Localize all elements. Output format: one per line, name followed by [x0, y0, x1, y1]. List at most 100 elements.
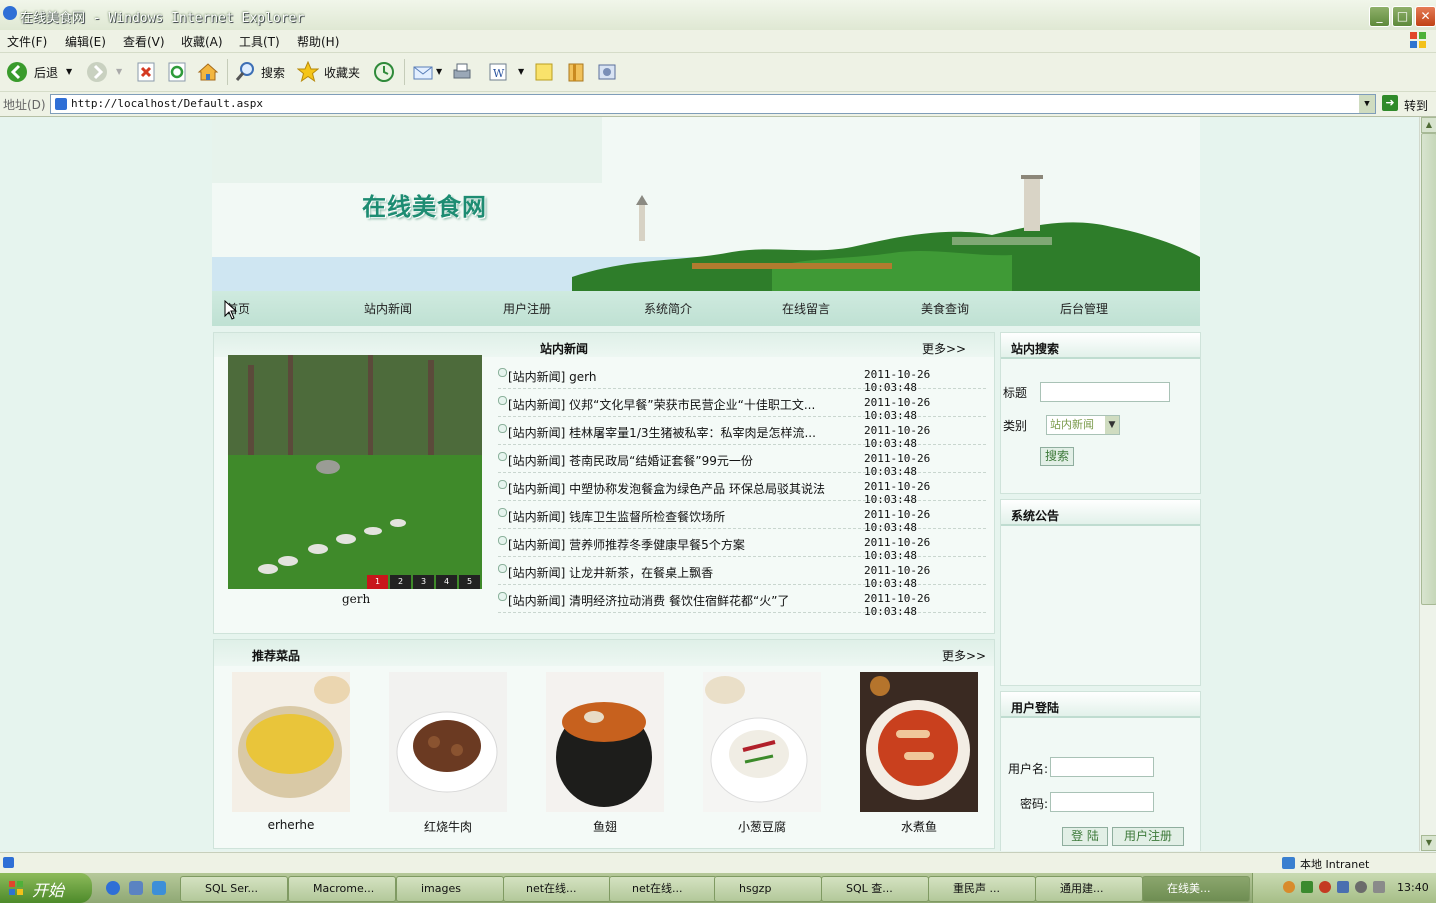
news-slideshow[interactable]: 1 2 3 4 5	[228, 355, 482, 589]
address-url[interactable]: http://localhost/Default.aspx	[71, 97, 263, 110]
minimize-button[interactable]: _	[1369, 6, 1390, 27]
taskbar-item-label[interactable]: 重民声 ...	[953, 882, 1000, 895]
news-row[interactable]: [站内新闻] 清明经济拉动消费 餐饮住宿鲜花都“火”了 2011-10-26 1…	[498, 585, 986, 618]
qq-tray-icon[interactable]	[1319, 881, 1331, 893]
dish-name[interactable]: 红烧牛肉	[389, 818, 507, 835]
taskbar-item[interactable]: images	[396, 876, 504, 902]
dish-name[interactable]: 鱼翅	[546, 818, 664, 835]
forward-dropdown-icon[interactable]: ▼	[116, 67, 122, 76]
taskbar-item-label[interactable]: images	[421, 882, 461, 895]
back-icon[interactable]	[6, 61, 28, 83]
start-button[interactable]: 开始	[0, 873, 92, 903]
dish-image[interactable]	[546, 672, 664, 812]
ie-quicklaunch-icon[interactable]	[106, 881, 120, 895]
username-input[interactable]	[1050, 757, 1154, 777]
scroll-thumb[interactable]	[1421, 133, 1436, 605]
register-button[interactable]: 用户注册	[1112, 827, 1184, 846]
go-button[interactable]: 转到	[1404, 97, 1428, 114]
edit-word-icon[interactable]: W	[487, 61, 509, 83]
category-select[interactable]: 站内新闻 ▼	[1046, 415, 1120, 435]
start-label[interactable]: 开始	[32, 877, 64, 901]
edit-dropdown-icon[interactable]: ▼	[518, 67, 524, 76]
dish-name[interactable]: 小葱豆腐	[703, 818, 821, 835]
news-row[interactable]: [站内新闻] 让龙井新茶，在餐桌上飘香 2011-10-26 10:03:48	[498, 557, 986, 590]
news-row[interactable]: [站内新闻] gerh 2011-10-26 10:03:48	[498, 361, 986, 394]
research-icon[interactable]	[565, 61, 587, 83]
news-title[interactable]: [站内新闻] 苍南民政局“结婚证套餐”99元一份	[508, 452, 848, 469]
volume-tray-icon[interactable]	[1355, 881, 1367, 893]
back-label[interactable]: 后退	[34, 64, 58, 81]
news-title[interactable]: [站内新闻] 桂林屠宰量1/3生猪被私宰：私宰肉是怎样流...	[508, 424, 848, 441]
search-label[interactable]: 搜索	[261, 64, 285, 81]
tray-icon[interactable]	[1283, 881, 1295, 893]
menu-file[interactable]: 文件(F)	[7, 33, 47, 50]
dish-image[interactable]	[232, 672, 350, 812]
nav-guestbook[interactable]: 在线留言	[782, 300, 830, 317]
slide-number-2[interactable]: 2	[390, 575, 411, 589]
go-arrow-icon[interactable]: ➜	[1382, 95, 1398, 111]
taskbar-item[interactable]: Macrome...	[288, 876, 396, 902]
dish-image[interactable]	[389, 672, 507, 812]
taskbar-item-label[interactable]: SQL Ser...	[205, 882, 258, 895]
favorites-star-icon[interactable]	[297, 61, 319, 83]
menu-view[interactable]: 查看(V)	[123, 33, 165, 50]
taskbar-item[interactable]: SQL Ser...	[180, 876, 288, 902]
slide-number-5[interactable]: 5	[459, 575, 480, 589]
taskbar-item-label[interactable]: hsgzp	[739, 882, 771, 895]
back-dropdown-icon[interactable]: ▼	[66, 67, 72, 76]
search-button[interactable]: 搜索	[1040, 447, 1074, 466]
dish-name[interactable]: erherhe	[232, 818, 350, 832]
login-button[interactable]: 登 陆	[1062, 827, 1108, 846]
news-row[interactable]: [站内新闻] 苍南民政局“结婚证套餐”99元一份 2011-10-26 10:0…	[498, 445, 986, 478]
menu-favorites[interactable]: 收藏(A)	[181, 33, 223, 50]
taskbar-item[interactable]: SQL 查...	[821, 876, 929, 902]
taskbar-item[interactable]: net在线...	[609, 876, 717, 902]
print-icon[interactable]	[451, 61, 473, 83]
messenger-icon[interactable]	[596, 61, 618, 83]
search-icon[interactable]	[234, 61, 256, 83]
news-title[interactable]: [站内新闻] 营养师推荐冬季健康早餐5个方案	[508, 536, 848, 553]
news-row[interactable]: [站内新闻] 钱库卫生监督所检查餐饮场所 2011-10-26 10:03:48	[498, 501, 986, 534]
dishes-more-link[interactable]: 更多>>	[942, 647, 986, 664]
news-title[interactable]: [站内新闻] gerh	[508, 368, 848, 385]
menu-tools[interactable]: 工具(T)	[239, 33, 280, 50]
taskbar-item-label[interactable]: 通用建...	[1060, 882, 1104, 895]
news-title[interactable]: [站内新闻] 清明经济拉动消费 餐饮住宿鲜花都“火”了	[508, 592, 848, 609]
taskbar-item-label[interactable]: 在线美...	[1167, 882, 1211, 895]
title-search-input[interactable]	[1040, 382, 1170, 402]
home-icon[interactable]	[197, 61, 219, 83]
news-row[interactable]: [站内新闻] 营养师推荐冬季健康早餐5个方案 2011-10-26 10:03:…	[498, 529, 986, 562]
forward-icon[interactable]	[86, 61, 108, 83]
slide-number-4[interactable]: 4	[436, 575, 457, 589]
password-input[interactable]	[1050, 792, 1154, 812]
taskbar-item-label[interactable]: net在线...	[632, 882, 683, 895]
address-dropdown-icon[interactable]: ▼	[1359, 95, 1375, 113]
nav-food-search[interactable]: 美食查询	[921, 300, 969, 317]
network-tray-icon[interactable]	[1337, 881, 1349, 893]
menu-help[interactable]: 帮助(H)	[297, 33, 339, 50]
quicklaunch-icon[interactable]	[152, 881, 166, 895]
news-title[interactable]: [站内新闻] 仪邦“文化早餐”荣获市民营企业“十佳职工文...	[508, 396, 848, 413]
quicklaunch-icon[interactable]	[129, 881, 143, 895]
vertical-scrollbar[interactable]: ▲ ▼	[1419, 117, 1436, 851]
favorites-label[interactable]: 收藏夹	[324, 64, 360, 81]
dish-image[interactable]	[703, 672, 821, 812]
news-row[interactable]: [站内新闻] 桂林屠宰量1/3生猪被私宰：私宰肉是怎样流... 2011-10-…	[498, 417, 986, 450]
taskbar-item-label[interactable]: Macrome...	[313, 882, 374, 895]
select-dropdown-icon[interactable]: ▼	[1105, 416, 1119, 434]
news-more-link[interactable]: 更多>>	[922, 340, 966, 357]
menu-edit[interactable]: 编辑(E)	[65, 33, 106, 50]
address-input[interactable]: http://localhost/Default.aspx ▼	[50, 94, 1376, 114]
nav-news[interactable]: 站内新闻	[364, 300, 412, 317]
taskbar-item-label[interactable]: SQL 查...	[846, 882, 893, 895]
tray-icon[interactable]	[1373, 881, 1385, 893]
taskbar-item[interactable]: net在线...	[503, 876, 611, 902]
nav-about[interactable]: 系统简介	[644, 300, 692, 317]
dish-name[interactable]: 水煮鱼	[860, 818, 978, 835]
news-row[interactable]: [站内新闻] 仪邦“文化早餐”荣获市民营企业“十佳职工文... 2011-10-…	[498, 389, 986, 422]
taskbar-item[interactable]: 重民声 ...	[928, 876, 1036, 902]
slide-number-1[interactable]: 1	[367, 575, 388, 589]
news-title[interactable]: [站内新闻] 中塑协称发泡餐盒为绿色产品 环保总局驳其说法	[508, 480, 848, 497]
news-row[interactable]: [站内新闻] 中塑协称发泡餐盒为绿色产品 环保总局驳其说法 2011-10-26…	[498, 473, 986, 506]
refresh-icon[interactable]	[166, 61, 188, 83]
